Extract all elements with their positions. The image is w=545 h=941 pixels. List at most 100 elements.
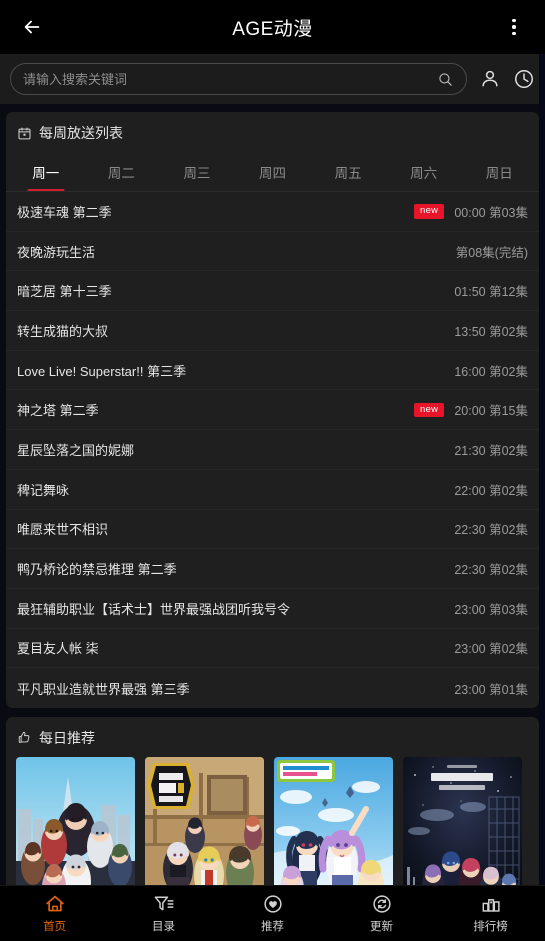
- nav-item-label: 更新: [370, 921, 393, 933]
- day-tab[interactable]: 周五: [310, 152, 386, 191]
- schedule-row-title: 唯愿来世不相识: [17, 522, 109, 538]
- day-tab[interactable]: 周三: [159, 152, 235, 191]
- schedule-row-meta: 22:30 第02集: [454, 523, 528, 538]
- nav-item-refresh-circle[interactable]: 更新: [327, 893, 436, 934]
- day-tab-label: 周二: [107, 166, 135, 181]
- schedule-row[interactable]: 唯愿来世不相识 22:30 第02集: [6, 510, 539, 550]
- schedule-row[interactable]: 夜晚游玩生活 第08集(完结): [6, 232, 539, 272]
- search-icon[interactable]: [437, 71, 454, 88]
- anime-poster-1: [16, 756, 135, 885]
- nav-item-label: 排行榜: [473, 921, 508, 933]
- overflow-menu-button[interactable]: [499, 12, 529, 42]
- schedule-row[interactable]: 暗芝居 第十三季 01:50 第12集: [6, 271, 539, 312]
- schedule-row-title: 夜晚游玩生活: [17, 244, 96, 260]
- search-field[interactable]: [10, 63, 467, 95]
- nav-item-filter-list[interactable]: 目录: [109, 893, 218, 934]
- recommend-carousel[interactable]: [6, 756, 539, 885]
- schedule-row-meta: 23:00 第03集: [454, 602, 528, 617]
- day-tab[interactable]: 周四: [235, 152, 311, 191]
- schedule-row-meta: 16:00 第02集: [454, 364, 528, 379]
- anime-poster-3: [274, 756, 393, 885]
- content-scroll-area[interactable]: 每周放送列表 周一 周二 周三 周四 周五 周六 周日 极速车魂 第二季 new 00:00 第…: [0, 104, 545, 885]
- nav-item-label: 推荐: [261, 921, 284, 933]
- schedule-row-title: Love Live! Superstar!! 第三季: [17, 363, 187, 379]
- schedule-row[interactable]: 平凡职业造就世界最强 第三季 23:00 第01集: [6, 668, 539, 708]
- schedule-row[interactable]: 神之塔 第二季 new 20:00 第15集: [6, 390, 539, 431]
- app-root: AGE动漫 请输入搜索关键词 每周放送列表 周一 周二 周三 周四 周五 周六 …: [0, 0, 545, 941]
- new-badge: new: [414, 204, 445, 219]
- new-badge: new: [414, 402, 445, 418]
- schedule-row-title: 神之塔 第二季: [17, 403, 99, 419]
- schedule-row-title: 转生成猫的大叔: [17, 323, 109, 339]
- schedule-row-title: 稗记舞咏: [17, 482, 70, 498]
- anime-poster-2: [145, 756, 264, 885]
- schedule-row-meta: 23:00 第02集: [454, 642, 528, 657]
- schedule-row-title: 夏目友人帐 柒: [17, 641, 99, 657]
- nav-item-home[interactable]: 首页: [0, 893, 109, 934]
- poster-item[interactable]: [274, 756, 393, 885]
- day-tab-label: 周四: [259, 166, 287, 181]
- day-tab[interactable]: 周日: [461, 152, 537, 191]
- user-account-icon[interactable]: [479, 68, 501, 90]
- bar-chart-icon: [482, 899, 500, 912]
- day-tab[interactable]: 周六: [386, 152, 462, 191]
- heart-circle-icon: [263, 895, 282, 913]
- back-button[interactable]: [16, 11, 48, 43]
- schedule-row-title: 鸭乃桥论的禁忌推理 第二季: [17, 562, 177, 578]
- schedule-row-meta: 20:00 第15集: [454, 404, 528, 419]
- poster-item[interactable]: [403, 756, 522, 885]
- schedule-row-title: 平凡职业造就世界最强 第三季: [17, 681, 190, 697]
- schedule-row-title: 最狂辅助职业【话术士】世界最强战团听我号令: [17, 601, 291, 617]
- nav-item-label: 目录: [152, 921, 175, 933]
- day-tab-label: 周五: [334, 166, 362, 181]
- day-tabs: 周一 周二 周三 周四 周五 周六 周日: [6, 152, 539, 192]
- schedule-row-meta: 22:00 第02集: [454, 483, 528, 498]
- schedule-row[interactable]: 鸭乃桥论的禁忌推理 第二季 22:30 第02集: [6, 549, 539, 589]
- weekly-schedule-title: 每周放送列表: [39, 125, 123, 141]
- overflow-menu-icon: [512, 25, 516, 29]
- filter-list-icon: [154, 896, 174, 911]
- schedule-row-meta: 23:00 第01集: [454, 682, 528, 697]
- home-icon: [45, 895, 64, 912]
- schedule-row[interactable]: 最狂辅助职业【话术士】世界最强战团听我号令 23:00 第03集: [6, 589, 539, 629]
- arrow-left-icon: [24, 20, 40, 34]
- schedule-row[interactable]: 夏目友人帐 柒 23:00 第02集: [6, 629, 539, 669]
- day-tab-label: 周日: [485, 166, 513, 181]
- overflow-menu-icon: [512, 18, 516, 23]
- weekly-schedule-card: 每周放送列表 周一 周二 周三 周四 周五 周六 周日 极速车魂 第二季 new 00:00 第…: [6, 112, 539, 708]
- schedule-row-meta: 22:30 第02集: [454, 563, 528, 578]
- nav-item-bar-chart[interactable]: 排行榜: [436, 893, 545, 934]
- schedule-row-title: 极速车魂 第二季: [17, 204, 112, 220]
- nav-item-heart-circle[interactable]: 推荐: [218, 893, 327, 934]
- schedule-row[interactable]: 极速车魂 第二季 new 00:00 第03集: [6, 192, 539, 232]
- day-tab[interactable]: 周一: [8, 152, 84, 191]
- weekly-schedule-header: 每周放送列表: [6, 112, 539, 152]
- daily-recommend-card: 每日推荐: [6, 716, 539, 885]
- search-input[interactable]: [23, 71, 437, 87]
- poster-item[interactable]: [16, 756, 135, 885]
- day-tab[interactable]: 周二: [84, 152, 160, 191]
- schedule-row-title: 暗芝居 第十三季: [17, 284, 112, 300]
- title-bar: AGE动漫: [0, 0, 545, 54]
- schedule-row[interactable]: Love Live! Superstar!! 第三季 16:00 第02集: [6, 351, 539, 391]
- schedule-row-title: 星辰坠落之国的妮娜: [17, 442, 135, 458]
- schedule-row-meta: 21:30 第02集: [454, 443, 528, 458]
- schedule-row-meta: 00:00 第03集: [454, 205, 528, 220]
- anime-poster-4: [403, 756, 522, 885]
- bottom-navigation: 首页 目录 推荐 更新 排行榜: [0, 885, 545, 941]
- daily-recommend-header: 每日推荐: [6, 717, 539, 757]
- schedule-row[interactable]: 转生成猫的大叔 13:50 第02集: [6, 311, 539, 351]
- clock-history-icon[interactable]: [513, 68, 535, 90]
- schedule-row[interactable]: 星辰坠落之国的妮娜 21:30 第02集: [6, 430, 539, 470]
- poster-item[interactable]: [145, 756, 264, 885]
- schedule-row-meta: 13:50 第02集: [454, 324, 528, 339]
- daily-recommend-title: 每日推荐: [39, 729, 95, 746]
- refresh-circle-icon: [372, 895, 391, 913]
- schedule-row-list: 极速车魂 第二季 new 00:00 第03集 夜晚游玩生活 第08集(完结) 暗芝居 第…: [6, 192, 539, 708]
- schedule-row[interactable]: 稗记舞咏 22:00 第02集: [6, 470, 539, 510]
- schedule-row-meta: 01:50 第12集: [454, 285, 528, 300]
- day-tab-label: 周三: [183, 166, 211, 181]
- day-tab-label: 周一: [32, 166, 60, 181]
- scroll-gutter[interactable]: [539, 54, 545, 885]
- thumbs-up-icon: [18, 732, 30, 744]
